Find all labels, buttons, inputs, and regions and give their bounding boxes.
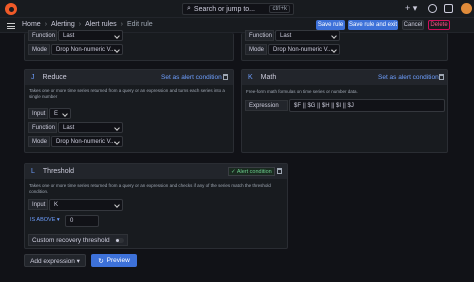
crumb-alert-rules[interactable]: Alert rules [85, 21, 117, 28]
crumb-separator: › [78, 21, 82, 28]
alert-condition-badge: ✓ Alert condition [228, 167, 275, 176]
threshold-title: Threshold [42, 168, 75, 175]
expression-panel-top-right: Function Last Mode Drop Non-numeric V... [241, 30, 448, 61]
function-select[interactable]: Last [275, 30, 340, 41]
crumb-home[interactable]: Home [22, 21, 41, 28]
search-shortcut: ctrl+k [269, 5, 290, 13]
recovery-label-text: Custom recovery threshold [32, 236, 110, 244]
crumb-edit-rule: Edit rule [126, 21, 153, 28]
mode-value: Drop Non-numeric V... [56, 46, 116, 53]
cancel-button[interactable]: Cancel [402, 20, 424, 30]
delete-button[interactable]: Delete [428, 20, 450, 30]
crumb-separator: › [44, 21, 48, 28]
search-icon: ⌕ [187, 5, 191, 12]
math-set-alert-condition-button[interactable]: Set as alert condition [378, 74, 439, 81]
trash-icon[interactable] [277, 168, 282, 174]
custom-recovery-threshold-label: Custom recovery threshold [28, 234, 128, 246]
input-label: Input [28, 108, 48, 119]
mode-label: Mode [28, 44, 50, 55]
function-value: Last [280, 32, 292, 39]
search-placeholder: Search or jump to... [193, 5, 256, 13]
math-title: Math [260, 74, 277, 81]
mode-select[interactable]: Drop Non-numeric V... [268, 44, 340, 55]
add-expression-button[interactable]: Add expression ▾ [24, 254, 86, 267]
reduce-ref-id: J [31, 74, 35, 81]
chevron-down-icon [114, 125, 120, 131]
new-menu-button[interactable]: + ▾ [405, 3, 417, 14]
function-label: Function [28, 30, 57, 41]
threshold-value-input[interactable]: 0 [65, 215, 99, 227]
function-select[interactable]: Last [58, 30, 123, 41]
news-icon[interactable] [444, 4, 453, 13]
preview-button[interactable]: ↻ Preview [91, 254, 137, 267]
top-navbar: ⌕ Search or jump to... ctrl+k + ▾ [0, 0, 474, 18]
function-label: Function [28, 122, 57, 133]
breadcrumb: Home › Alerting › Alert rules › Edit rul… [22, 21, 153, 28]
threshold-expression-panel: L Threshold ✓ Alert condition Takes one … [24, 163, 288, 249]
math-expression-panel: K Math Set as alert condition Free-form … [241, 69, 448, 153]
chevron-down-icon [62, 111, 68, 117]
chevron-down-icon [331, 33, 337, 39]
threshold-description: Takes one or more time series returned f… [29, 183, 271, 194]
trash-icon[interactable] [223, 74, 228, 80]
math-ref-id: K [248, 74, 253, 81]
function-value: Last [63, 32, 75, 39]
reduce-expression-panel: J Reduce Set as alert condition Takes on… [24, 69, 234, 153]
trash-icon[interactable] [439, 74, 444, 80]
recovery-toggle[interactable] [115, 237, 124, 243]
chevron-down-icon [114, 33, 120, 39]
math-expression-input[interactable]: $F || $G || $H || $I || $J [289, 99, 445, 112]
crumb-alerting[interactable]: Alerting [51, 21, 75, 28]
reduce-mode-select[interactable]: Drop Non-numeric V... [51, 136, 123, 147]
mode-label: Mode [28, 136, 50, 147]
threshold-operator-select[interactable]: IS ABOVE ▾ [30, 217, 60, 223]
refresh-icon: ↻ [98, 257, 104, 265]
math-description: Free-form math formulas on time series o… [246, 89, 358, 94]
crumb-separator: › [120, 21, 123, 28]
input-value: E [54, 110, 59, 117]
reduce-function-select[interactable]: Last [58, 122, 123, 133]
function-label: Function [245, 30, 274, 41]
preview-label: Preview [106, 257, 130, 264]
menu-icon[interactable] [7, 23, 15, 29]
save-rule-button[interactable]: Save rule [316, 20, 345, 30]
help-icon[interactable] [428, 4, 437, 13]
reduce-title: Reduce [42, 74, 67, 81]
search-input[interactable]: ⌕ Search or jump to... ctrl+k [182, 3, 294, 15]
threshold-ref-id: L [31, 168, 35, 175]
input-label: Input [28, 199, 48, 210]
save-rule-and-exit-button[interactable]: Save rule and exit [348, 20, 398, 30]
toggle-knob [116, 238, 119, 242]
reduce-input-select[interactable]: E [49, 108, 71, 119]
reduce-set-alert-condition-button[interactable]: Set as alert condition [161, 74, 222, 81]
mode-label: Mode [245, 44, 267, 55]
input-value: K [54, 202, 59, 208]
expression-panel-top-left: Function Last Mode Drop Non-numeric V... [24, 30, 234, 61]
expression-label: Expression [245, 100, 288, 111]
mode-value: Drop Non-numeric V... [56, 138, 116, 145]
avatar[interactable] [461, 3, 472, 14]
function-value: Last [63, 124, 75, 131]
mode-value: Drop Non-numeric V... [273, 46, 333, 53]
mode-select[interactable]: Drop Non-numeric V... [51, 44, 123, 55]
grafana-logo-icon[interactable] [5, 3, 17, 15]
chevron-down-icon [114, 202, 120, 208]
reduce-description: Takes one or more time series returned f… [29, 88, 225, 99]
threshold-input-select[interactable]: K [49, 199, 123, 211]
